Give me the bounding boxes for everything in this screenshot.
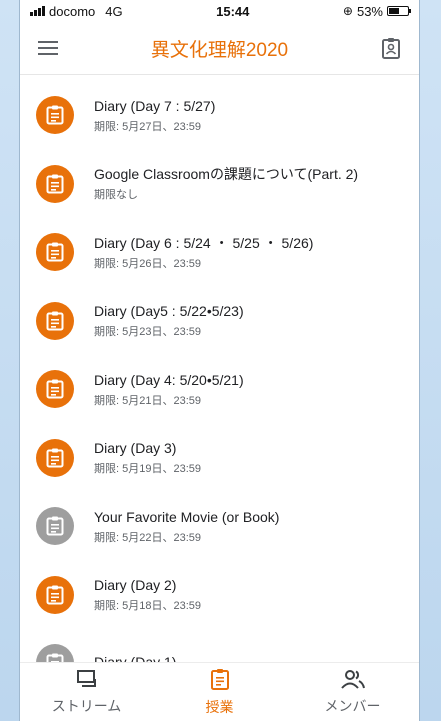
signal-icon <box>30 6 45 16</box>
assignment-item[interactable]: Diary (Day 2) 期限: 5月18日、23:59 <box>20 561 419 630</box>
assignment-icon <box>36 164 74 203</box>
assignment-text: Your Favorite Movie (or Book) 期限: 5月22日、… <box>94 508 279 545</box>
nav-label: 授業 <box>205 698 234 715</box>
assignment-text: Diary (Day 3) 期限: 5月19日、23:59 <box>94 439 201 476</box>
assignment-item[interactable]: Diary (Day 3) 期限: 5月19日、23:59 <box>20 424 419 493</box>
stream-icon <box>76 669 98 694</box>
assignment-icon <box>36 233 74 272</box>
menu-icon[interactable] <box>34 34 62 62</box>
assignment-due: 期限: 5月26日、23:59 <box>94 257 201 270</box>
assignment-text: Diary (Day5 : 5/22•5/23) 期限: 5月23日、23:59 <box>94 302 244 339</box>
assignment-due: 期限なし <box>94 189 138 202</box>
assignment-due: 期限: 5月23日、23:59 <box>94 326 201 339</box>
assignment-list: Diary (Day 7 : 5/27) 期限: 5月27日、23:59 Goo… <box>20 75 419 698</box>
assignment-icon <box>36 96 74 135</box>
nav-item-classwork[interactable]: 授業 <box>160 668 280 717</box>
bottom-nav: ストリーム 授業 メンバー <box>20 662 419 721</box>
nav-item-people[interactable]: メンバー <box>293 669 413 716</box>
clock: 15:44 <box>216 3 250 19</box>
phone-screen: docomo 4G 15:44 ⊕ 53% 異文化理解2020 Diary (D… <box>20 0 419 721</box>
assignment-text: Diary (Day 4: 5/20•5/21) 期限: 5月21日、23:59 <box>94 371 244 408</box>
assignment-text: Google Classroomの課題について(Part. 2) 期限なし <box>94 165 358 202</box>
assignment-icon <box>36 301 74 340</box>
assignment-item[interactable]: Diary (Day5 : 5/22•5/23) 期限: 5月23日、23:59 <box>20 287 419 356</box>
assignment-item[interactable]: Your Favorite Movie (or Book) 期限: 5月22日、… <box>20 492 419 561</box>
assignment-due: 期限: 5月19日、23:59 <box>94 463 201 476</box>
classwork-icon <box>210 668 230 695</box>
assignment-text: Diary (Day 2) 期限: 5月18日、23:59 <box>94 576 201 613</box>
class-title: 異文化理解2020 <box>150 39 289 61</box>
battery-icon <box>387 6 411 16</box>
nav-label: メンバー <box>324 697 381 714</box>
assignment-due: 期限: 5月27日、23:59 <box>94 120 201 133</box>
assignment-icon <box>36 507 74 546</box>
assignment-item[interactable]: Google Classroomの課題について(Part. 2) 期限なし <box>20 150 419 219</box>
assignment-title: Diary (Day5 : 5/22•5/23) <box>94 303 244 320</box>
assignment-item[interactable]: Diary (Day 6 : 5/24 ・ 5/25 ・ 5/26) 期限: 5… <box>20 218 419 287</box>
assignment-title: Diary (Day 7 : 5/27) <box>94 97 216 114</box>
assignment-title: Diary (Day 2) <box>94 577 177 594</box>
assignment-item[interactable]: Diary (Day 7 : 5/27) 期限: 5月27日、23:59 <box>20 81 419 150</box>
assignment-due: 期限: 5月21日、23:59 <box>94 394 201 407</box>
status-right: ⊕ 53% <box>342 3 411 19</box>
assignment-title: Your Favorite Movie (or Book) <box>94 508 280 525</box>
people-icon <box>340 669 365 694</box>
nav-label: ストリーム <box>51 697 122 714</box>
assignment-due: 期限: 5月18日、23:59 <box>94 600 201 613</box>
battery-percent: 53% <box>356 3 383 19</box>
carrier-label: docomo <box>49 3 96 19</box>
status-left: docomo 4G <box>30 4 123 19</box>
assignment-title: Diary (Day 3) <box>94 440 177 457</box>
assignment-title: Diary (Day 4: 5/20•5/21) <box>94 371 244 388</box>
status-bar: docomo 4G 15:44 ⊕ 53% <box>20 0 419 22</box>
assignment-icon <box>36 575 74 614</box>
assignment-title: Diary (Day 6 : 5/24 ・ 5/25 ・ 5/26) <box>94 234 314 251</box>
orientation-lock-icon: ⊕ <box>342 4 353 18</box>
assignment-text: Diary (Day 7 : 5/27) 期限: 5月27日、23:59 <box>94 97 215 134</box>
nav-item-stream[interactable]: ストリーム <box>27 669 147 716</box>
assignment-text: Diary (Day 6 : 5/24 ・ 5/25 ・ 5/26) 期限: 5… <box>94 234 313 271</box>
assignment-ind-icon[interactable] <box>377 34 405 62</box>
assignment-icon <box>36 438 74 477</box>
app-bar: 異文化理解2020 <box>20 22 419 75</box>
network-label: 4G <box>105 3 123 19</box>
assignment-item[interactable]: Diary (Day 4: 5/20•5/21) 期限: 5月21日、23:59 <box>20 355 419 424</box>
assignment-icon <box>36 370 74 409</box>
assignment-due: 期限: 5月22日、23:59 <box>94 531 201 544</box>
assignment-title: Google Classroomの課題について(Part. 2) <box>94 166 359 183</box>
